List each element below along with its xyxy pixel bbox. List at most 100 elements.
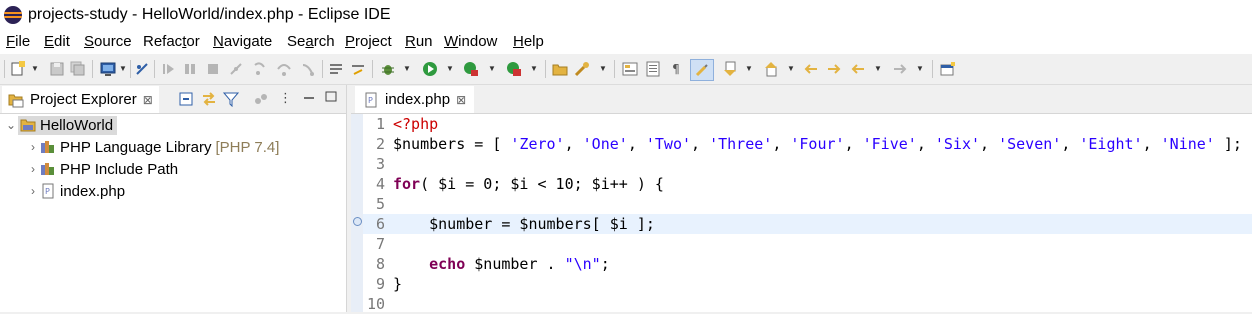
suspend-icon[interactable] — [182, 61, 198, 77]
run-dropdown-icon[interactable]: ▼ — [446, 61, 454, 77]
run-to-line-icon[interactable] — [350, 61, 366, 77]
skip-breakpoints-icon[interactable] — [134, 61, 150, 77]
code-variable: $numbers — [393, 135, 466, 153]
code-string: 'One' — [582, 135, 628, 153]
code-string: 'Five' — [862, 135, 917, 153]
code-string: 'Seven' — [998, 135, 1062, 153]
resume-icon[interactable] — [160, 61, 176, 77]
external-tools-icon[interactable] — [506, 61, 522, 77]
back-dropdown-icon[interactable]: ▼ — [874, 61, 882, 77]
annotation-ruler[interactable] — [351, 114, 363, 312]
save-all-icon[interactable] — [70, 61, 86, 77]
menu-search[interactable]: Search — [287, 33, 335, 50]
open-type-icon[interactable] — [552, 61, 568, 77]
tab-index-php[interactable]: P index.php ⊠ — [355, 86, 475, 113]
use-step-filters-icon[interactable] — [328, 61, 344, 77]
close-icon[interactable]: ⊠ — [456, 93, 466, 107]
external-tools-dropdown-icon[interactable]: ▼ — [530, 61, 538, 77]
search-dropdown-icon[interactable]: ▼ — [599, 61, 607, 77]
menu-navigate[interactable]: Navigate — [213, 33, 272, 50]
menu-run[interactable]: Run — [405, 33, 433, 50]
toolbar-grip — [4, 60, 5, 78]
code-editor[interactable]: 1 <?php 2 $numbers = [ 'Zero', 'One', 'Two… — [363, 114, 1252, 313]
menu-edit[interactable]: Edit — [44, 33, 70, 50]
toolbar-separator — [130, 60, 131, 78]
tree-item-php-language-library[interactable]: › PHP Language Library [PHP 7.4] — [26, 136, 279, 158]
chevron-right-icon[interactable]: › — [26, 140, 40, 154]
minimize-icon[interactable] — [303, 91, 315, 103]
line-number: 9 — [375, 275, 385, 293]
occurrence-marker-icon[interactable] — [353, 217, 362, 226]
tree-item-index-php[interactable]: › P index.php — [26, 180, 125, 202]
link-with-editor-icon[interactable] — [201, 91, 217, 107]
terminal-dropdown-icon[interactable]: ▼ — [119, 61, 127, 77]
previous-annotation-icon[interactable] — [763, 61, 779, 77]
tree-item-php-include-path[interactable]: › PHP Include Path — [26, 158, 178, 180]
menu-project[interactable]: Project — [345, 33, 392, 50]
forward-dropdown-icon[interactable]: ▼ — [916, 61, 924, 77]
step-into-icon[interactable] — [252, 61, 268, 77]
debug-dropdown-icon[interactable]: ▼ — [403, 61, 411, 77]
code-string: 'Four' — [790, 135, 845, 153]
next-annotation-dropdown-icon[interactable]: ▼ — [745, 61, 753, 77]
coverage-icon[interactable] — [463, 61, 479, 77]
line-number: 4 — [375, 175, 385, 193]
close-icon[interactable]: ⊠ — [143, 93, 153, 107]
toggle-breadcrumb-icon[interactable] — [622, 61, 638, 77]
current-code-line: 6 $number = $numbers[ $i ]; — [363, 214, 1252, 234]
view-menu-icon[interactable]: ⋮ — [279, 91, 292, 106]
debug-icon[interactable] — [380, 61, 396, 77]
run-icon[interactable] — [422, 61, 438, 77]
chevron-right-icon[interactable]: › — [26, 184, 40, 198]
save-icon[interactable] — [49, 61, 65, 77]
line-number: 10 — [366, 295, 385, 313]
block-selection-icon[interactable] — [690, 59, 714, 81]
editor-tabbar: P index.php ⊠ — [351, 85, 1252, 114]
next-annotation-icon[interactable] — [722, 61, 738, 77]
php-open-tag: <?php — [393, 115, 439, 133]
search-icon[interactable] — [574, 61, 590, 77]
line-number: 7 — [375, 235, 385, 253]
code-text: ]; — [1214, 135, 1242, 153]
line-number: 3 — [375, 155, 385, 173]
chevron-down-icon[interactable]: ⌄ — [4, 118, 18, 132]
menu-source[interactable]: Source — [84, 33, 132, 50]
terminal-icon[interactable] — [100, 61, 116, 77]
tree-item-label: index.php — [60, 182, 126, 200]
tree-item-label: PHP Include Path — [60, 160, 179, 178]
step-return-icon[interactable] — [300, 61, 316, 77]
forward-history-icon[interactable] — [826, 61, 842, 77]
collapse-all-icon[interactable] — [178, 91, 194, 107]
toggle-mark-occurrences-icon[interactable] — [645, 61, 661, 77]
chevron-right-icon[interactable]: › — [26, 162, 40, 176]
line-number: 5 — [375, 195, 385, 213]
code-line: 3 — [363, 154, 1252, 174]
tab-project-explorer[interactable]: Project Explorer ⊠ — [2, 86, 159, 113]
php-file-icon: P — [363, 92, 379, 108]
step-over-icon[interactable] — [276, 61, 292, 77]
previous-annotation-dropdown-icon[interactable]: ▼ — [787, 61, 795, 77]
disconnect-icon[interactable] — [228, 61, 244, 77]
tree-item-project[interactable]: ⌄ HelloWorld — [4, 114, 344, 136]
line-number: 8 — [375, 255, 385, 273]
focus-icon[interactable] — [253, 91, 269, 107]
back-icon[interactable] — [850, 61, 866, 77]
new-icon[interactable] — [10, 61, 26, 77]
coverage-dropdown-icon[interactable]: ▼ — [488, 61, 496, 77]
terminate-icon[interactable] — [205, 61, 221, 77]
filter-icon[interactable] — [223, 91, 239, 107]
menu-window[interactable]: Window — [444, 33, 497, 50]
new-dropdown-icon[interactable]: ▼ — [31, 61, 39, 77]
menu-file[interactable]: File — [6, 33, 30, 50]
line-number: 2 — [375, 135, 385, 153]
forward-icon[interactable] — [892, 61, 908, 77]
code-text: = [ — [465, 135, 511, 153]
code-string: 'Eight' — [1079, 135, 1143, 153]
code-string: 'Nine' — [1160, 135, 1215, 153]
last-edit-location-icon[interactable] — [803, 61, 819, 77]
open-perspective-icon[interactable] — [940, 61, 956, 77]
menu-refactor[interactable]: Refactor — [143, 33, 200, 50]
maximize-icon[interactable] — [325, 91, 337, 103]
show-whitespace-icon[interactable]: ¶ — [668, 61, 684, 77]
menu-help[interactable]: Help — [513, 33, 544, 50]
